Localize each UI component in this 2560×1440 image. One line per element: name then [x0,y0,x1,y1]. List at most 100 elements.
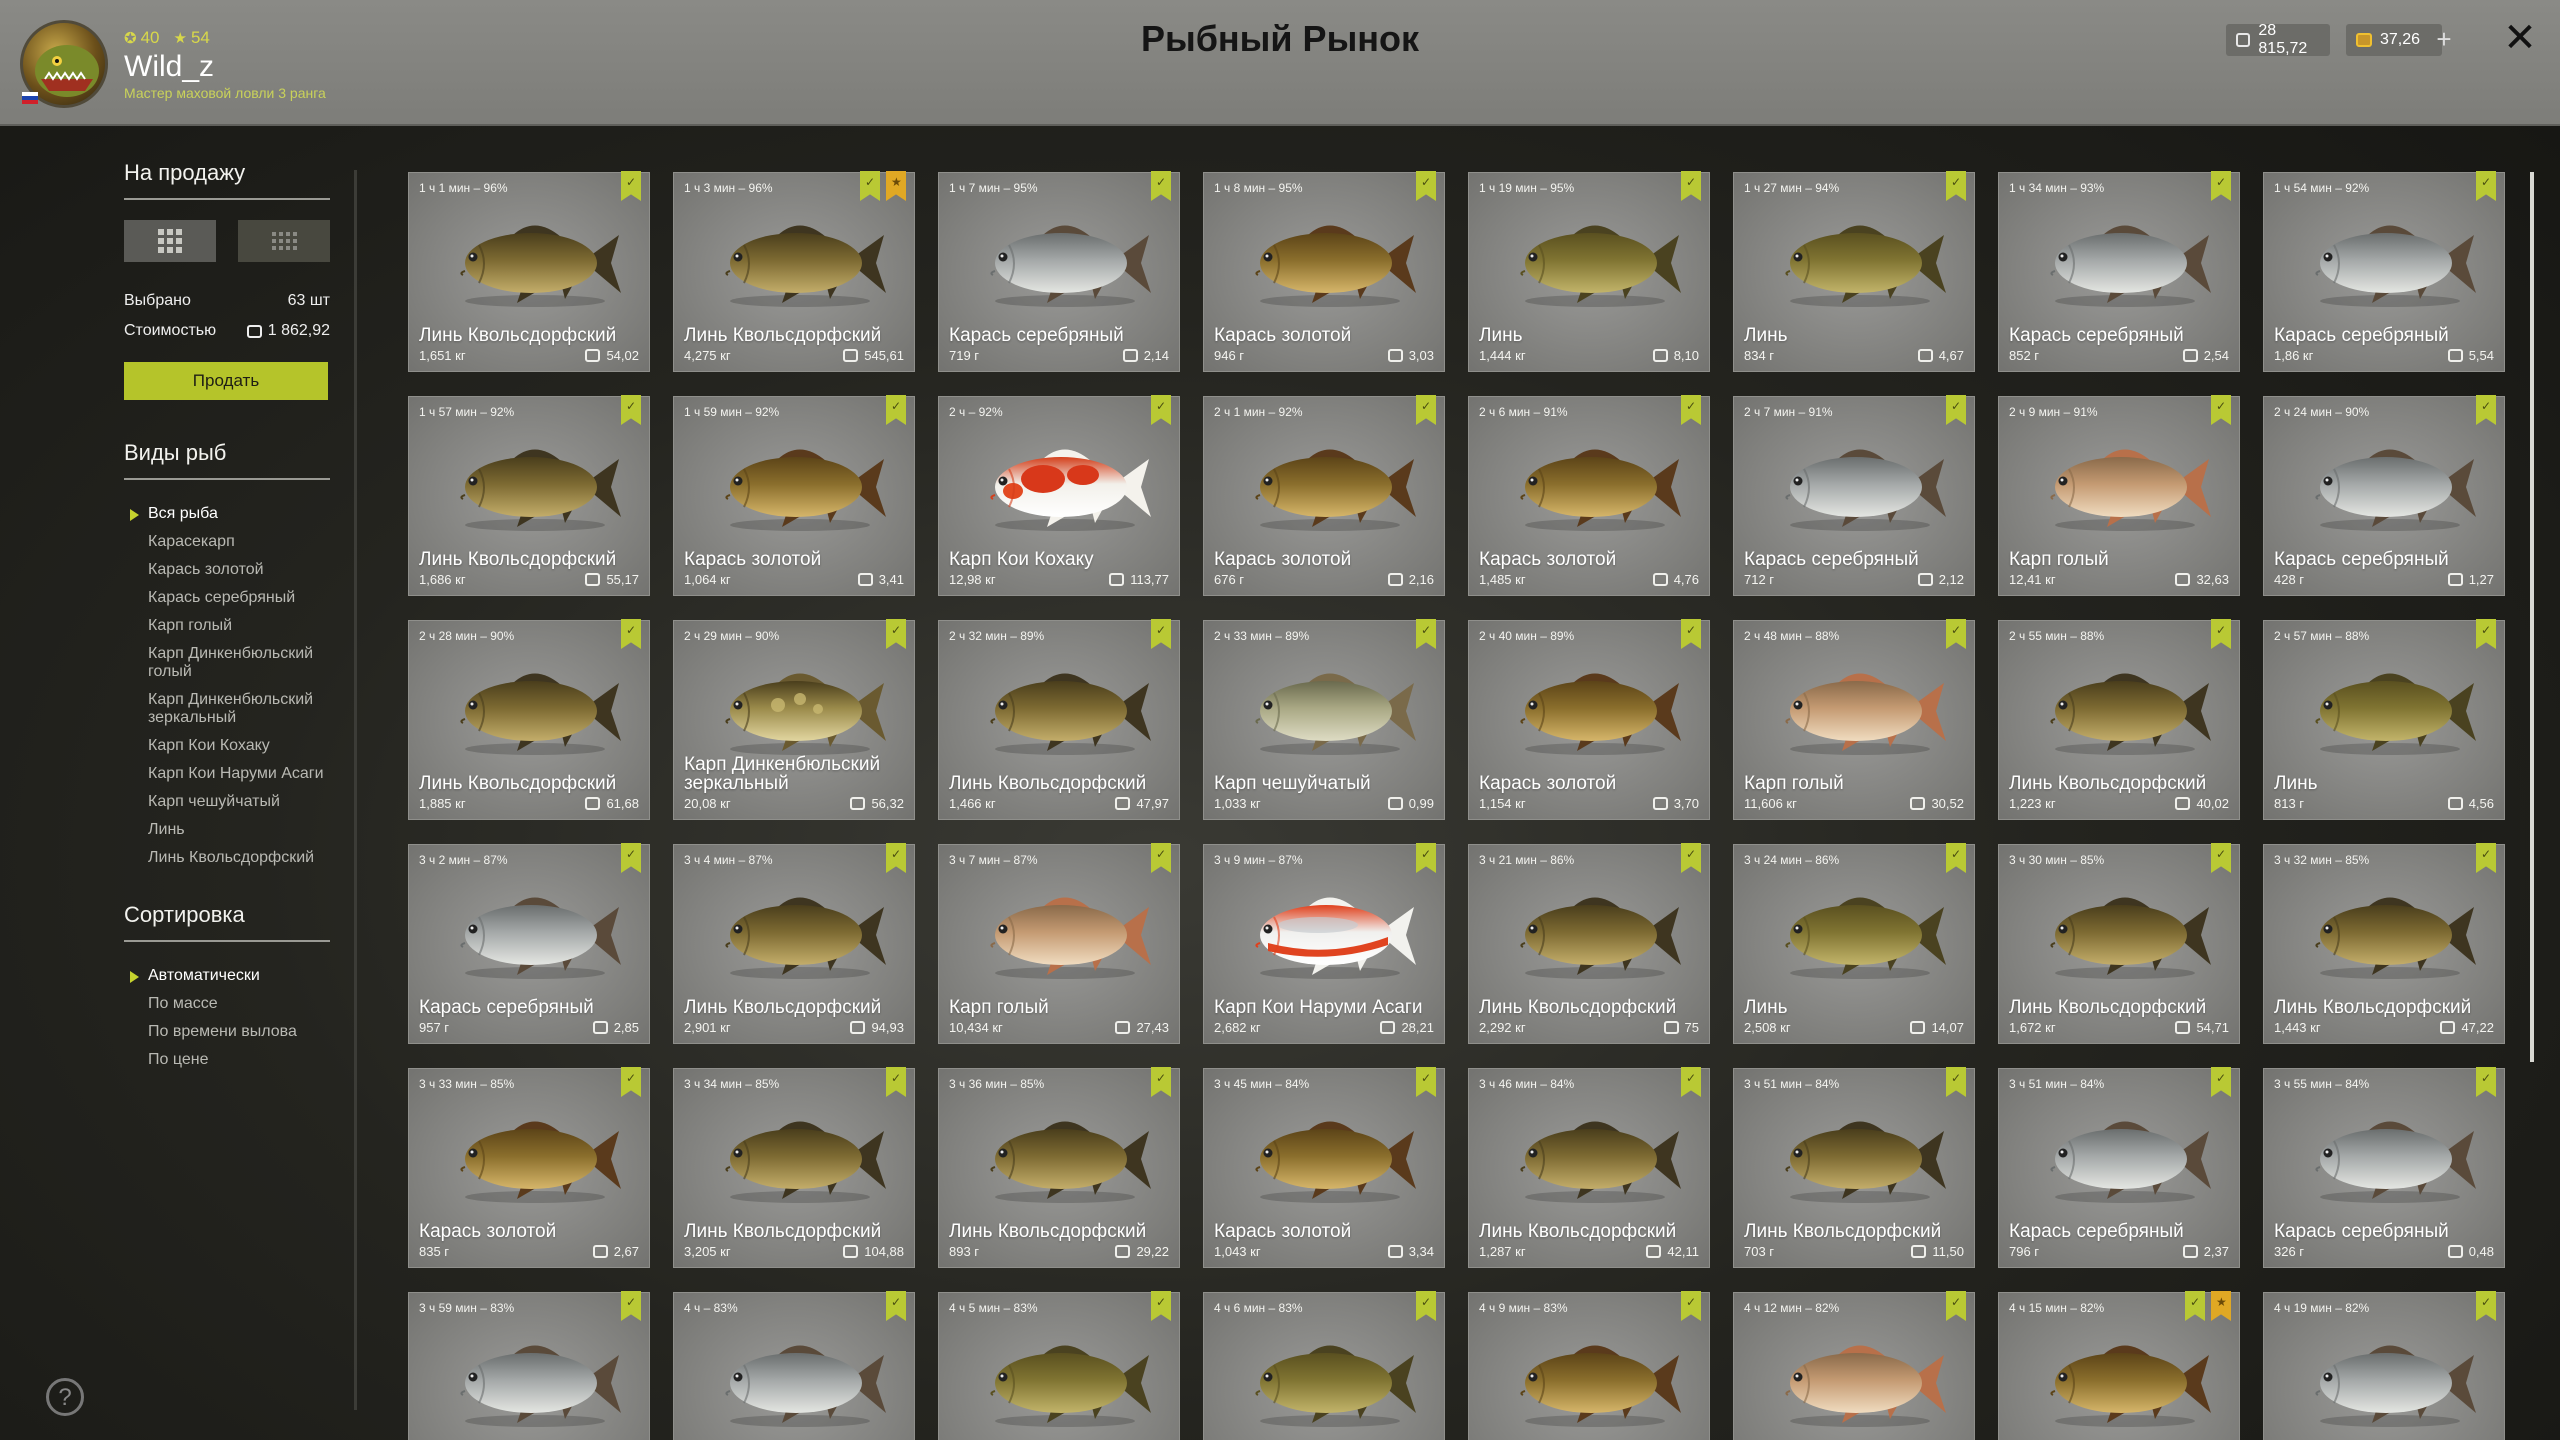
selected-tag-icon[interactable] [1946,1067,1966,1097]
selected-tag-icon[interactable] [1681,395,1701,425]
sort-option-item[interactable]: По цене [124,1046,330,1074]
fish-type-item[interactable]: Карп Кои Кохаку [124,732,330,760]
fish-card[interactable]: 2 ч 7 мин – 91% Карась серебряный 712 г … [1733,395,1975,596]
selected-tag-icon[interactable] [1681,843,1701,873]
large-grid-view-button[interactable] [124,220,216,262]
selected-tag-icon[interactable] [1946,843,1966,873]
fish-card[interactable]: 3 ч 2 мин – 87% Карась серебряный 957 г … [408,843,650,1044]
selected-tag-icon[interactable] [886,1291,906,1321]
selected-tag-icon[interactable] [1151,1291,1171,1321]
fish-card[interactable]: 2 ч 9 мин – 91% Карп голый 12,41 кг 32,6… [1998,395,2240,596]
selected-tag-icon[interactable] [2476,843,2496,873]
fish-type-item[interactable]: Карп Динкенбюльский голый [124,640,330,686]
selected-tag-icon[interactable] [2476,619,2496,649]
fish-card[interactable]: 3 ч 4 мин – 87% Линь Квольсдорфский 2,90… [673,843,915,1044]
fish-card[interactable]: 1 ч 57 мин – 92% Линь Квольсдорфский 1,6… [408,395,650,596]
small-grid-view-button[interactable] [238,220,330,262]
selected-tag-icon[interactable] [1151,171,1171,201]
fish-card[interactable]: 2 ч 29 мин – 90% Карп Динкенбюльский зер… [673,619,915,820]
selected-tag-icon[interactable] [886,843,906,873]
fish-card[interactable]: 3 ч 21 мин – 86% Линь Квольсдорфский 2,2… [1468,843,1710,1044]
fish-card[interactable]: 1 ч 7 мин – 95% Карась серебряный 719 г … [938,171,1180,372]
fish-card[interactable]: 2 ч – 92% Карп Кои Кохаку 12,98 кг 113,7… [938,395,1180,596]
selected-tag-icon[interactable] [886,395,906,425]
selected-tag-icon[interactable] [1946,395,1966,425]
selected-tag-icon[interactable] [1416,843,1436,873]
fish-type-item[interactable]: Карасекарп [124,528,330,556]
fish-type-item[interactable]: Карп Динкенбюльский зеркальный [124,686,330,732]
fish-card[interactable]: 4 ч 15 мин – 82% [1998,1291,2240,1440]
fish-type-item[interactable]: Вся рыба [124,500,330,528]
selected-tag-icon[interactable] [2211,171,2231,201]
fish-card[interactable]: 3 ч 46 мин – 84% Линь Квольсдорфский 1,2… [1468,1067,1710,1268]
selected-tag-icon[interactable] [2185,1291,2205,1321]
fish-card[interactable]: 4 ч 9 мин – 83% [1468,1291,1710,1440]
selected-tag-icon[interactable] [2211,395,2231,425]
selected-tag-icon[interactable] [860,171,880,201]
sell-button[interactable]: Продать [124,362,328,400]
selected-tag-icon[interactable] [621,395,641,425]
selected-tag-icon[interactable] [621,1067,641,1097]
fish-card[interactable]: 2 ч 24 мин – 90% Карась серебряный 428 г… [2263,395,2505,596]
selected-tag-icon[interactable] [621,843,641,873]
fish-card[interactable]: 1 ч 8 мин – 95% Карась золотой 946 г 3,0… [1203,171,1445,372]
selected-tag-icon[interactable] [2211,1067,2231,1097]
selected-tag-icon[interactable] [1416,171,1436,201]
fish-card[interactable]: 4 ч 19 мин – 82% [2263,1291,2505,1440]
selected-tag-icon[interactable] [1151,1067,1171,1097]
fish-card[interactable]: 2 ч 55 мин – 88% Линь Квольсдорфский 1,2… [1998,619,2240,820]
fish-type-item[interactable]: Карась серебряный [124,584,330,612]
favorite-tag-icon[interactable] [886,171,906,201]
selected-tag-icon[interactable] [1151,395,1171,425]
selected-tag-icon[interactable] [2476,1067,2496,1097]
fish-card[interactable]: 4 ч 5 мин – 83% [938,1291,1180,1440]
close-icon[interactable]: ✕ [2500,18,2540,58]
selected-tag-icon[interactable] [1416,1067,1436,1097]
fish-card[interactable]: 4 ч – 83% [673,1291,915,1440]
fish-card[interactable]: 1 ч 34 мин – 93% Карась серебряный 852 г… [1998,171,2240,372]
fish-type-item[interactable]: Линь [124,816,330,844]
fish-type-item[interactable]: Карп Кои Наруми Асаги [124,760,330,788]
selected-tag-icon[interactable] [621,619,641,649]
selected-tag-icon[interactable] [1946,619,1966,649]
fish-card[interactable]: 3 ч 59 мин – 83% [408,1291,650,1440]
selected-tag-icon[interactable] [2211,619,2231,649]
fish-card[interactable]: 3 ч 30 мин – 85% Линь Квольсдорфский 1,6… [1998,843,2240,1044]
fish-type-item[interactable]: Карась золотой [124,556,330,584]
selected-tag-icon[interactable] [1946,171,1966,201]
selected-tag-icon[interactable] [2476,1291,2496,1321]
fish-card[interactable]: 3 ч 7 мин – 87% Карп голый 10,434 кг 27,… [938,843,1180,1044]
sort-option-item[interactable]: По массе [124,990,330,1018]
fish-card[interactable]: 1 ч 54 мин – 92% Карась серебряный 1,86 … [2263,171,2505,372]
fish-card[interactable]: 3 ч 45 мин – 84% Карась золотой 1,043 кг… [1203,1067,1445,1268]
scrollbar[interactable] [2530,172,2534,1062]
fish-card[interactable]: 3 ч 51 мин – 84% Линь Квольсдорфский 703… [1733,1067,1975,1268]
selected-tag-icon[interactable] [1681,171,1701,201]
selected-tag-icon[interactable] [1681,1291,1701,1321]
fish-card[interactable]: 2 ч 6 мин – 91% Карась золотой 1,485 кг … [1468,395,1710,596]
sort-option-item[interactable]: По времени вылова [124,1018,330,1046]
selected-tag-icon[interactable] [621,1291,641,1321]
fish-card[interactable]: 3 ч 33 мин – 85% Карась золотой 835 г 2,… [408,1067,650,1268]
fish-card[interactable]: 1 ч 1 мин – 96% Линь Квольсдорфский 1,65… [408,171,650,372]
fish-card[interactable]: 1 ч 3 мин – 96% Линь Квольсдорфский 4,27… [673,171,915,372]
fish-card[interactable]: 2 ч 40 мин – 89% Карась золотой 1,154 кг… [1468,619,1710,820]
selected-tag-icon[interactable] [2211,843,2231,873]
selected-tag-icon[interactable] [2476,171,2496,201]
selected-tag-icon[interactable] [1151,843,1171,873]
fish-type-item[interactable]: Карп голый [124,612,330,640]
fish-card[interactable]: 1 ч 27 мин – 94% Линь 834 г 4,67 [1733,171,1975,372]
fish-card[interactable]: 1 ч 19 мин – 95% Линь 1,444 кг 8,10 [1468,171,1710,372]
favorite-tag-icon[interactable] [2211,1291,2231,1321]
fish-card[interactable]: 3 ч 34 мин – 85% Линь Квольсдорфский 3,2… [673,1067,915,1268]
add-gold-button[interactable]: + [2430,24,2458,56]
selected-tag-icon[interactable] [1681,1067,1701,1097]
fish-card[interactable]: 3 ч 51 мин – 84% Карась серебряный 796 г… [1998,1067,2240,1268]
fish-card[interactable]: 3 ч 32 мин – 85% Линь Квольсдорфский 1,4… [2263,843,2505,1044]
fish-card[interactable]: 2 ч 28 мин – 90% Линь Квольсдорфский 1,8… [408,619,650,820]
fish-card[interactable]: 2 ч 32 мин – 89% Линь Квольсдорфский 1,4… [938,619,1180,820]
selected-tag-icon[interactable] [1416,395,1436,425]
fish-card[interactable]: 3 ч 24 мин – 86% Линь 2,508 кг 14,07 [1733,843,1975,1044]
selected-tag-icon[interactable] [1946,1291,1966,1321]
fish-card[interactable]: 3 ч 9 мин – 87% Карп Кои Наруми Асаги 2,… [1203,843,1445,1044]
